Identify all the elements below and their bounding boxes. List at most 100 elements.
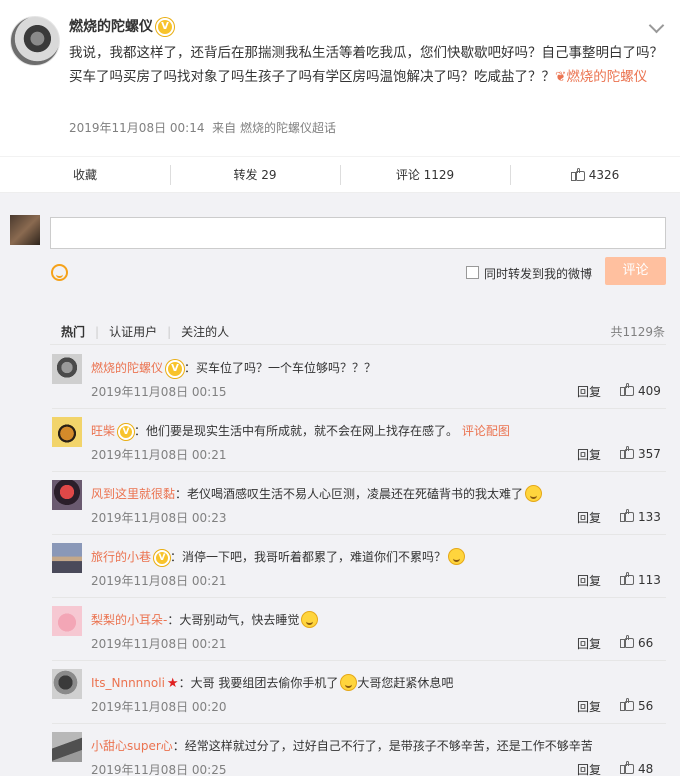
collect-button[interactable]: 收藏 — [0, 157, 170, 192]
comment-like-button[interactable]: 66 — [620, 635, 653, 650]
comment-item: 风到这里就很黏：老仪喝酒感叹生活不易人心叵测，凌晨还在死磕背书的我太难了 201… — [0, 480, 680, 543]
comment-line: 小甜心super心：经常这样就过分了，过好自己不行了，是带孩子不够辛苦，还是工作… — [91, 737, 593, 754]
comment-area: 同时转发到我的微博 评论 热门 | 认证用户 | 关注的人 共1129条 燃烧的陀螺仪 V… — [0, 193, 680, 776]
comment-input[interactable] — [50, 217, 666, 249]
comment-like-button[interactable]: 48 — [620, 761, 653, 776]
verified-badge-icon: V — [118, 423, 135, 440]
reply-button[interactable]: 回复 — [577, 509, 601, 526]
comment-time[interactable]: 2019年11月08日 00:21 — [91, 446, 226, 463]
topic-link[interactable]: ❦燃烧的陀螺仪 — [555, 69, 647, 85]
comment-item: 梨梨的小耳朵-：大哥别动气，快去睡觉 2019年11月08日 00:21 回复 … — [0, 606, 680, 669]
comment-username[interactable]: 小甜心super心 — [91, 739, 173, 753]
comment-username[interactable]: 燃烧的陀螺仪 — [91, 361, 163, 375]
comment-time[interactable]: 2019年11月08日 00:23 — [91, 509, 226, 526]
comment-item: 旺柴 V ：他们要是现实生活中有所成就，就不会在网上找存在感了。 评论配图 2019… — [0, 417, 680, 480]
comment-time[interactable]: 2019年11月08日 00:25 — [91, 761, 226, 776]
comment-line: 燃烧的陀螺仪 V ：买车位了吗？一个车位够吗？？？ — [91, 359, 376, 378]
comment-line: Its_Nnnnnoli ★：大哥 我要组团去偷你手机了 大哥您赶紧休息吧 — [91, 674, 453, 691]
author-avatar[interactable] — [10, 16, 60, 66]
comment-filter-tabs: 热门 | 认证用户 | 关注的人 — [61, 325, 230, 339]
post: 燃烧的陀螺仪 V 我说，我都这样了，还背后在那揣测我私生活等着吃我瓜，您们快歇歇吧… — [0, 0, 680, 157]
thumbs-up-icon — [620, 572, 634, 585]
tab-verified[interactable]: 认证用户 — [109, 325, 157, 339]
sly-emoji-icon — [340, 674, 358, 691]
comment-item: Its_Nnnnnoli ★：大哥 我要组团去偷你手机了 大哥您赶紧休息吧 2019… — [0, 669, 680, 732]
tab-hot[interactable]: 热门 — [61, 325, 85, 339]
post-meta: 2019年11月08日 00:14 来自 燃烧的陀螺仪超话 — [69, 119, 336, 136]
avatar[interactable] — [52, 732, 82, 762]
divider — [52, 408, 666, 409]
current-user-avatar[interactable] — [10, 215, 40, 245]
comment-time[interactable]: 2019年11月08日 00:21 — [91, 572, 226, 589]
comment-like-button[interactable]: 56 — [620, 698, 653, 713]
divider — [52, 534, 666, 535]
comment-button[interactable]: 评论 1129 — [340, 157, 510, 192]
avatar[interactable] — [52, 669, 82, 699]
verified-badge-icon: V — [166, 359, 185, 378]
reply-button[interactable]: 回复 — [577, 635, 601, 652]
laughing-emoji-icon — [448, 548, 466, 565]
comment-item: 旅行的小巷 V ：消停一下吧，我哥听着都累了，难道你们不累吗？ 2019年11月08… — [0, 543, 680, 606]
author-name[interactable]: 燃烧的陀螺仪 — [69, 19, 153, 35]
comment-time[interactable]: 2019年11月08日 00:15 — [91, 383, 226, 400]
comment-item: 燃烧的陀螺仪 V ：买车位了吗？一个车位够吗？？？ 2019年11月08日 00:1… — [0, 354, 680, 417]
comment-text: ：他们要是现实生活中有所成就，就不会在网上找存在感了。 — [134, 424, 459, 438]
post-source[interactable]: 来自 燃烧的陀螺仪超话 — [212, 121, 336, 135]
verified-badge-icon: V — [156, 18, 174, 36]
thumbs-up-icon — [620, 761, 634, 774]
avatar[interactable] — [52, 606, 82, 636]
reply-button[interactable]: 回复 — [577, 761, 601, 776]
forward-also-checkbox[interactable] — [466, 266, 479, 279]
comment-like-button[interactable]: 409 — [620, 383, 661, 398]
reply-button[interactable]: 回复 — [577, 383, 601, 400]
divider — [52, 471, 666, 472]
comment-like-button[interactable]: 357 — [620, 446, 661, 461]
comment-text: ：经常这样就过分了，过好自己不行了，是带孩子不够辛苦，还是工作不够辛苦 — [172, 739, 593, 753]
thumbs-up-icon — [620, 383, 634, 396]
submit-comment-button[interactable]: 评论 — [605, 257, 666, 285]
forward-also-label: 同时转发到我的微博 — [484, 267, 593, 281]
weibo-post-card: 燃烧的陀螺仪 V 我说，我都这样了，还背后在那揣测我私生活等着吃我瓜，您们快歇歇吧… — [0, 0, 680, 776]
thumbs-up-icon — [620, 446, 634, 459]
divider — [52, 723, 666, 724]
comment-like-button[interactable]: 113 — [620, 572, 661, 587]
divider — [52, 597, 666, 598]
comment-line: 旅行的小巷 V ：消停一下吧，我哥听着都累了，难道你们不累吗？ — [91, 548, 466, 566]
comment-username[interactable]: 风到这里就很黏 — [91, 487, 175, 501]
comment-line: 旺柴 V ：他们要是现实生活中有所成就，就不会在网上找存在感了。 评论配图 — [91, 422, 510, 440]
avatar[interactable] — [52, 417, 82, 447]
comment-total: 共1129条 — [610, 325, 665, 339]
avatar[interactable] — [52, 354, 82, 384]
reply-button[interactable]: 回复 — [577, 446, 601, 463]
comment-like-button[interactable]: 133 — [620, 509, 661, 524]
divider — [50, 344, 666, 345]
chevron-down-icon[interactable] — [648, 17, 665, 34]
comment-text: ：买车位了吗？一个车位够吗？？？ — [184, 361, 377, 375]
comment-text: ：大哥别动气，快去睡觉 — [167, 613, 300, 627]
laughing-emoji-icon — [301, 611, 319, 628]
tab-followed[interactable]: 关注的人 — [181, 325, 229, 339]
thumbs-up-icon — [620, 509, 634, 522]
avatar[interactable] — [52, 543, 82, 573]
comment-username[interactable]: Its_Nnnnnoli — [91, 676, 165, 690]
comment-text: ：大哥 我要组团去偷你手机了 — [178, 676, 339, 690]
emoji-icon[interactable] — [51, 264, 68, 281]
comment-text-2: 大哥您赶紧休息吧 — [357, 676, 454, 690]
comment-username[interactable]: 旺柴 — [91, 424, 115, 438]
like-button[interactable]: 4326 — [510, 157, 680, 192]
comment-text: ：消停一下吧，我哥听着都累了，难道你们不累吗？ — [170, 550, 447, 564]
reply-button[interactable]: 回复 — [577, 698, 601, 715]
avatar[interactable] — [52, 480, 82, 510]
comment-username[interactable]: 梨梨的小耳朵- — [91, 613, 167, 627]
member-star-icon: ★ — [166, 676, 179, 691]
comment-time[interactable]: 2019年11月08日 00:21 — [91, 635, 226, 652]
action-bar: 收藏 转发 29 评论 1129 4326 — [0, 157, 680, 193]
thumbs-up-icon — [620, 635, 634, 648]
forward-button[interactable]: 转发 29 — [170, 157, 340, 192]
comment-time[interactable]: 2019年11月08日 00:20 — [91, 698, 226, 715]
reply-button[interactable]: 回复 — [577, 572, 601, 589]
verified-badge-icon: V — [154, 549, 171, 566]
post-timestamp[interactable]: 2019年11月08日 00:14 — [69, 121, 204, 135]
comment-username[interactable]: 旅行的小巷 — [91, 550, 151, 564]
comment-image-link[interactable]: 评论配图 — [462, 424, 510, 438]
